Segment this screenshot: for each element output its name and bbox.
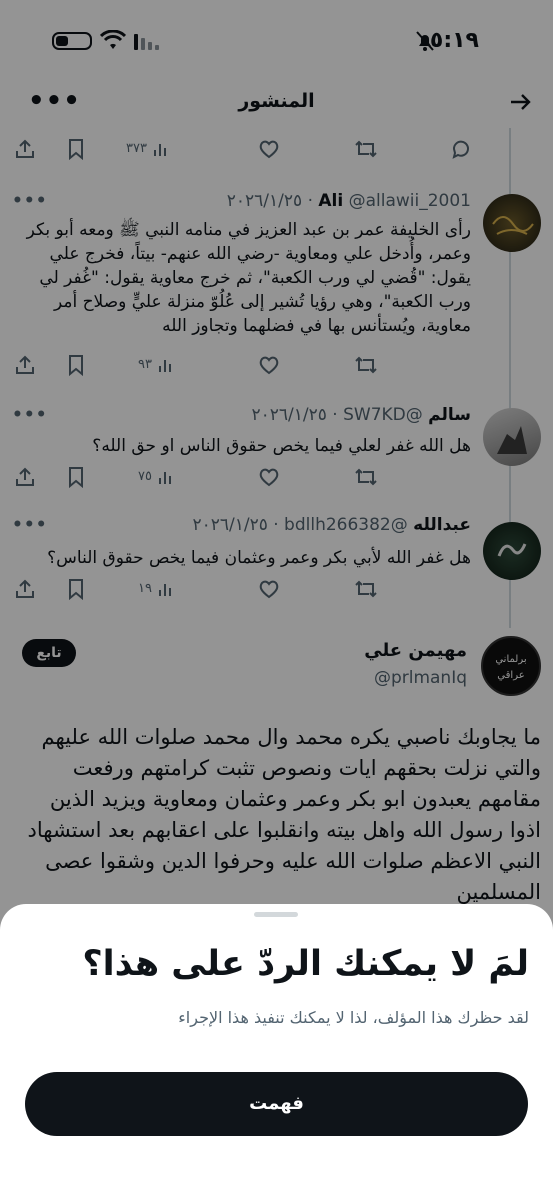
sheet-drag-handle[interactable] bbox=[254, 912, 298, 917]
bottom-sheet: لمَ لا يمكنك الردّ على هذا؟ لقد حظرك هذا… bbox=[0, 904, 553, 1200]
sheet-title: لمَ لا يمكنك الردّ على هذا؟ bbox=[82, 944, 529, 984]
sheet-subtitle: لقد حظرك هذا المؤلف، لذا لا يمكنك تنفيذ … bbox=[178, 1008, 529, 1027]
screen: ٥:١٩ ••• المنشور ٣٧٣ Ali @allawii_2001 ·… bbox=[0, 0, 553, 1200]
got-it-button[interactable]: فهمت bbox=[25, 1072, 528, 1136]
